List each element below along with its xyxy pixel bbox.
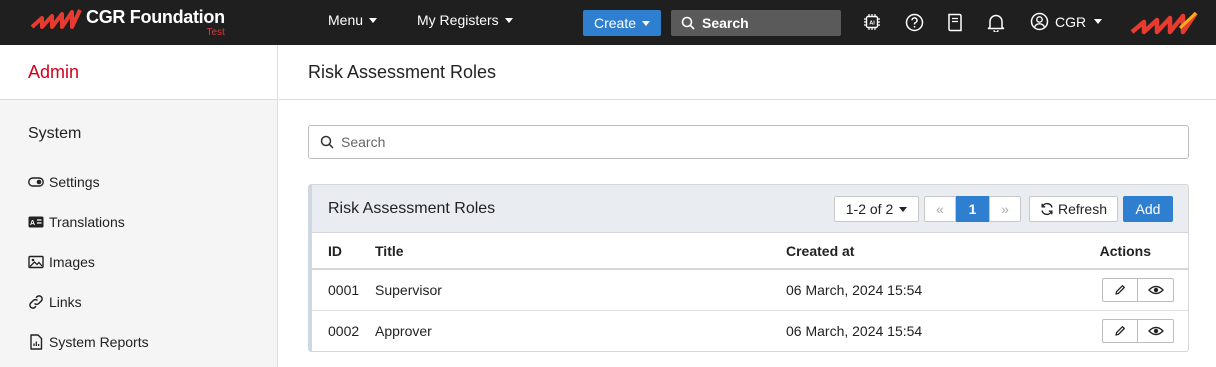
my-registers-dropdown[interactable]: My Registers xyxy=(417,12,513,28)
user-menu[interactable]: CGR xyxy=(1030,12,1103,31)
svg-text:A: A xyxy=(30,220,35,227)
create-button[interactable]: Create xyxy=(583,10,661,36)
user-icon xyxy=(1030,12,1049,31)
search-icon xyxy=(681,16,695,30)
cell-title: Approver xyxy=(375,322,432,339)
column-header-created-at[interactable]: Created at xyxy=(786,233,1086,270)
report-icon xyxy=(30,334,43,350)
menu-dropdown[interactable]: Menu xyxy=(328,12,378,28)
cell-created-at: 06 March, 2024 15:54 xyxy=(786,269,1086,311)
cell-title: Supervisor xyxy=(375,269,786,311)
registers-label: My Registers xyxy=(417,12,499,28)
chevron-down-icon xyxy=(899,206,908,212)
top-navbar: CGR Foundation Test Menu My Registers Cr… xyxy=(0,0,1216,45)
chevron-down-icon xyxy=(642,20,651,26)
toggle-icon xyxy=(28,177,44,187)
eye-icon xyxy=(1147,326,1164,335)
brand-name: CGR Foundation xyxy=(86,7,225,27)
sidebar-item-label: Settings xyxy=(49,174,100,190)
sidebar-item-settings[interactable]: Settings xyxy=(28,174,100,190)
edit-button[interactable] xyxy=(1102,277,1138,302)
sidebar-item-label: Images xyxy=(49,254,95,270)
cell-created-at: 06 March, 2024 15:54 xyxy=(786,322,923,339)
pencil-icon xyxy=(1115,325,1125,336)
global-search[interactable] xyxy=(671,10,841,36)
search-icon xyxy=(320,135,334,149)
create-label: Create xyxy=(593,15,637,31)
sidebar-title[interactable]: Admin xyxy=(0,45,277,100)
menu-label: Menu xyxy=(328,12,364,28)
row-actions xyxy=(1102,318,1174,343)
global-search-input[interactable] xyxy=(702,15,832,31)
link-icon xyxy=(29,295,43,309)
pagination-prev-button[interactable]: « xyxy=(924,196,956,222)
sidebar-item-translations[interactable]: A Translations xyxy=(28,214,125,230)
partner-logo-icon xyxy=(1130,11,1198,35)
table-row[interactable]: 0001 Supervisor 06 March, 2024 15:54 xyxy=(312,269,1188,311)
add-button[interactable]: Add xyxy=(1123,196,1173,222)
eye-icon xyxy=(1147,285,1164,294)
search-input[interactable] xyxy=(341,134,1161,150)
sidebar: Admin System Settings A Translations Ima… xyxy=(0,45,278,367)
brand-logo-icon xyxy=(30,9,82,29)
help-icon[interactable] xyxy=(904,12,924,32)
brand-env-label: Test xyxy=(206,27,225,38)
user-label: CGR xyxy=(1055,13,1087,30)
chevron-down-icon xyxy=(369,17,378,23)
refresh-label: Refresh xyxy=(1057,201,1108,217)
panel-title: Risk Assessment Roles xyxy=(328,200,496,217)
panel-header: Risk Assessment Roles 1-2 of 2 « 1 » Ref… xyxy=(312,185,1188,233)
bell-icon[interactable] xyxy=(986,12,1006,32)
cell-id: 0001 xyxy=(312,269,375,311)
sidebar-item-links[interactable]: Links xyxy=(28,294,82,310)
edit-button[interactable] xyxy=(1102,318,1138,343)
column-header-title[interactable]: Title xyxy=(375,233,786,270)
refresh-button[interactable]: Refresh xyxy=(1029,196,1118,222)
sidebar-item-system-reports[interactable]: System Reports xyxy=(28,334,149,350)
sidebar-item-label: System Reports xyxy=(49,334,149,350)
cell-actions xyxy=(1086,269,1188,311)
view-button[interactable] xyxy=(1138,318,1174,343)
chevron-down-icon xyxy=(1094,19,1103,24)
translations-icon: A xyxy=(28,216,44,228)
column-header-id[interactable]: ID xyxy=(312,233,375,270)
sidebar-item-images[interactable]: Images xyxy=(28,254,95,270)
column-header-actions: Actions xyxy=(1086,233,1188,270)
refresh-icon xyxy=(1041,202,1053,216)
sidebar-item-label: Translations xyxy=(49,214,125,230)
svg-text:AI: AI xyxy=(869,20,875,26)
view-button[interactable] xyxy=(1138,277,1174,302)
pagination-count-label: 1-2 of 2 xyxy=(845,201,894,217)
table-row[interactable]: 0002 Approver 06 March, 2024 15:54 xyxy=(312,310,1188,351)
pagination-page-button[interactable]: 1 xyxy=(956,196,989,222)
roles-panel: Risk Assessment Roles 1-2 of 2 « 1 » Ref… xyxy=(308,184,1189,352)
row-actions xyxy=(1102,277,1174,302)
roles-table: ID Title Created at Actions 0001 Supervi… xyxy=(312,233,1188,351)
chevron-down-icon xyxy=(504,17,513,23)
pagination-next-button[interactable]: » xyxy=(989,196,1021,222)
brand[interactable]: CGR Foundation Test xyxy=(30,6,225,40)
cell-id: 0002 xyxy=(328,322,360,339)
image-icon xyxy=(28,255,44,269)
search-box[interactable] xyxy=(308,125,1189,159)
pencil-icon xyxy=(1115,284,1125,295)
pagination-count-dropdown[interactable]: 1-2 of 2 xyxy=(834,196,919,222)
book-icon[interactable] xyxy=(945,12,965,32)
ai-chip-icon[interactable]: AI xyxy=(862,12,882,32)
table-header-row: ID Title Created at Actions xyxy=(312,233,1188,270)
sidebar-section-system: System xyxy=(28,125,82,142)
page-title: Risk Assessment Roles xyxy=(279,45,1216,100)
cell-actions xyxy=(1086,310,1188,351)
sidebar-item-label: Links xyxy=(49,294,82,310)
